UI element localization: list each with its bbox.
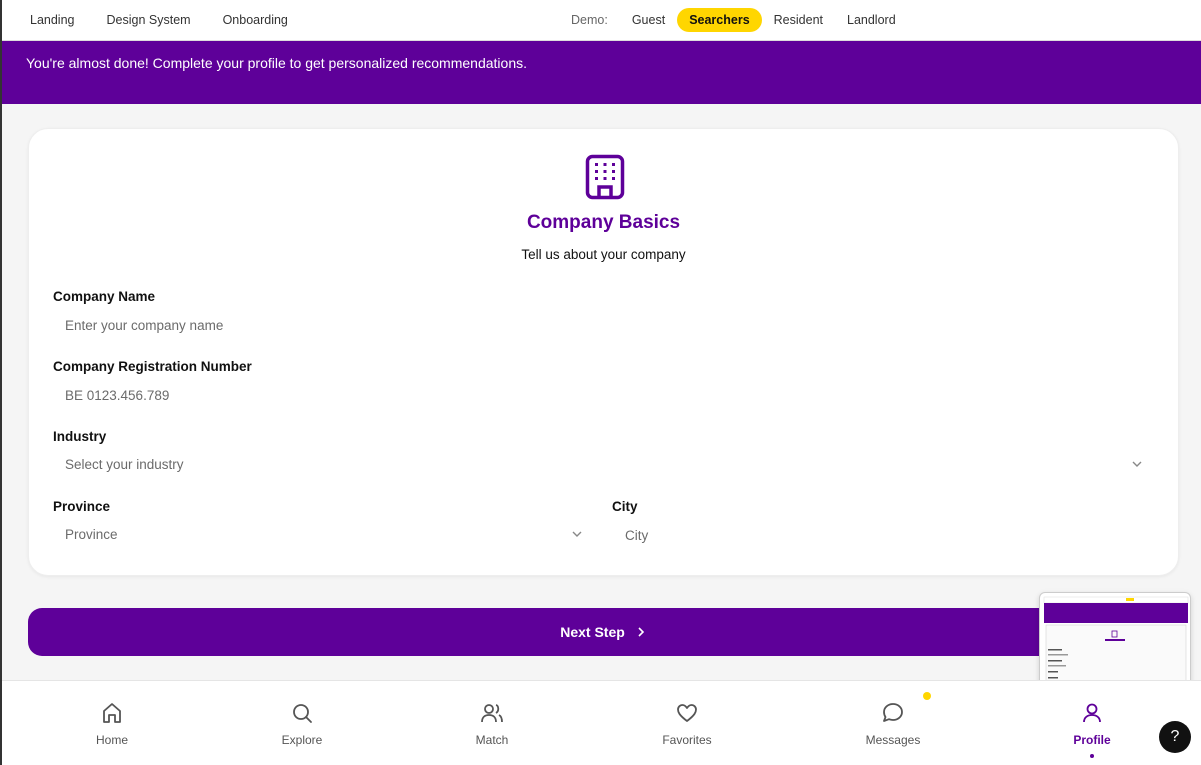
demo-label: Demo: (571, 13, 608, 27)
bottom-nav-messages[interactable]: Messages (853, 701, 933, 747)
industry-select[interactable]: Select your industry (53, 450, 1153, 478)
bottom-nav-favorites[interactable]: Favorites (647, 701, 727, 747)
bottom-nav-home-label: Home (95, 733, 128, 747)
building-icon (585, 154, 625, 200)
message-icon (883, 703, 903, 722)
demo-role-resident[interactable]: Resident (762, 8, 835, 32)
province-label: Province (53, 499, 111, 514)
users-icon (481, 704, 503, 723)
bottom-nav: Home Explore Match Favorites Messages Pr… (2, 680, 1201, 765)
help-button-label: ? (1170, 728, 1180, 745)
chevron-down-icon (1132, 461, 1142, 467)
profile-completion-banner: You're almost done! Complete your profil… (2, 41, 1201, 104)
demo-role-guest[interactable]: Guest (620, 8, 677, 32)
demo-role-switcher: Demo: Guest Searchers Resident Landlord (557, 8, 908, 32)
heart-icon (677, 704, 697, 722)
preview-image (1043, 596, 1189, 688)
demo-role-landlord[interactable]: Landlord (835, 8, 908, 32)
top-nav: Landing Design System Onboarding Demo: G… (2, 0, 1201, 41)
bottom-nav-messages-label: Messages (865, 733, 921, 747)
bottom-nav-profile-label: Profile (1073, 733, 1111, 747)
company-name-input[interactable] (53, 311, 1153, 339)
card-title: Company Basics (526, 212, 681, 233)
bottom-nav-home[interactable]: Home (72, 701, 152, 747)
messages-notification-dot (923, 692, 931, 700)
province-select[interactable]: Province (53, 520, 593, 548)
next-step-label: Next Step (560, 624, 625, 640)
demo-role-searchers[interactable]: Searchers (677, 8, 762, 32)
registration-number-label: Company Registration Number (53, 359, 252, 374)
city-label: City (612, 499, 638, 514)
province-select-value: Province (65, 526, 118, 542)
company-name-label: Company Name (53, 289, 156, 304)
card-subtitle: Tell us about your company (521, 247, 686, 262)
industry-select-value: Select your industry (65, 456, 184, 472)
industry-label: Industry (53, 429, 107, 444)
registration-number-input[interactable] (53, 381, 1153, 409)
help-button[interactable]: ? (1159, 721, 1191, 753)
nav-link-landing[interactable]: Landing (14, 9, 91, 31)
banner-text: You're almost done! Complete your profil… (26, 55, 527, 71)
next-step-button[interactable]: Next Step (28, 608, 1179, 656)
nav-link-onboarding[interactable]: Onboarding (207, 9, 304, 31)
city-input[interactable] (613, 521, 1153, 549)
bottom-nav-explore[interactable]: Explore (262, 701, 342, 747)
chevron-down-icon (572, 531, 582, 537)
user-icon (1083, 703, 1101, 723)
home-icon (103, 703, 121, 723)
bottom-nav-match-label: Match (475, 733, 509, 747)
page-preview-thumbnail[interactable] (1039, 592, 1191, 689)
bottom-nav-explore-label: Explore (281, 733, 323, 747)
bottom-nav-favorites-label: Favorites (662, 733, 712, 747)
company-basics-card: Company Basics Tell us about your compan… (28, 128, 1179, 576)
active-indicator-dot (1090, 754, 1094, 758)
bottom-nav-profile[interactable]: Profile (1052, 701, 1132, 758)
chevron-right-icon (638, 627, 644, 637)
bottom-nav-match[interactable]: Match (452, 701, 532, 747)
search-icon (293, 704, 312, 723)
top-nav-links: Landing Design System Onboarding (2, 9, 304, 31)
nav-link-design-system[interactable]: Design System (91, 9, 207, 31)
